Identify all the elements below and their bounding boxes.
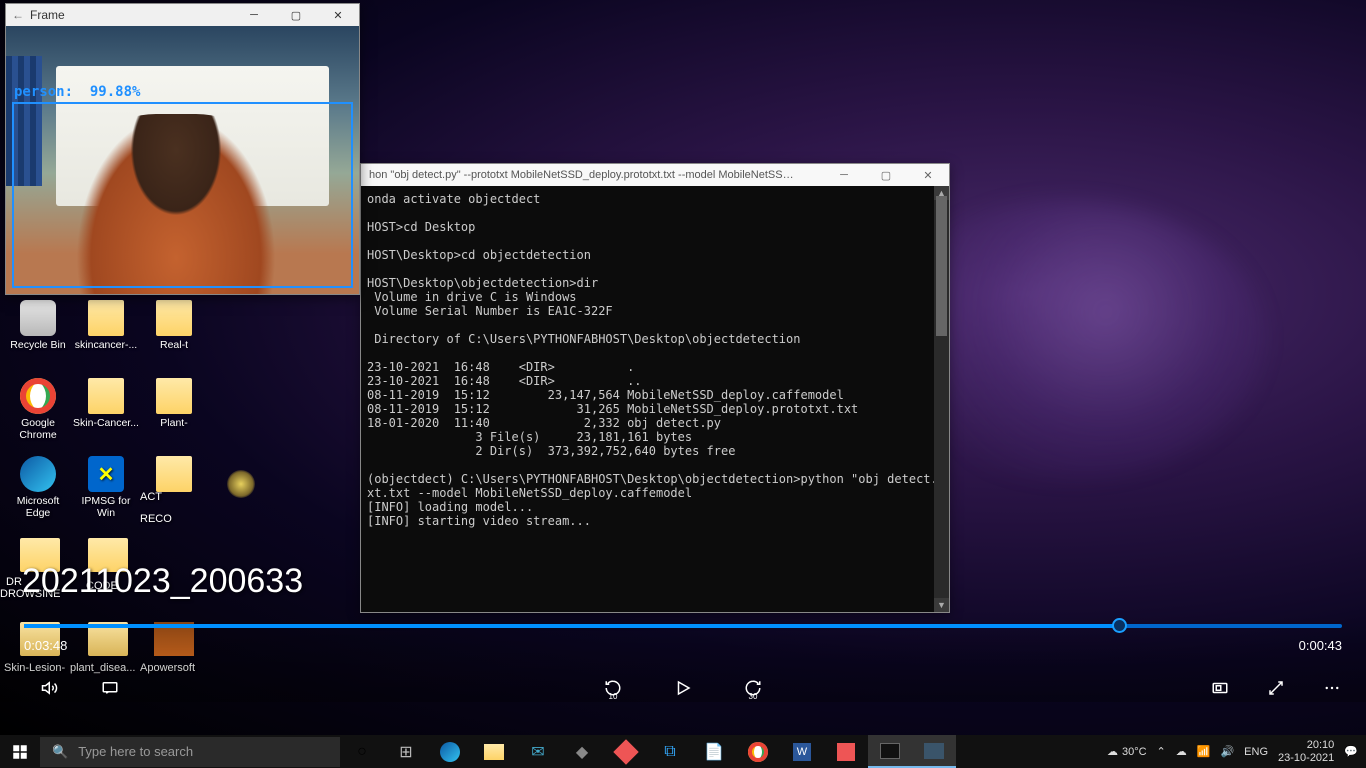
taskbar-clock[interactable]: 20:10 23-10-2021	[1278, 739, 1334, 765]
taskbar-explorer[interactable]	[472, 735, 516, 768]
ipmsg-icon: ✕	[88, 456, 124, 492]
recording-filename-overlay: 20211023_200633	[22, 562, 303, 601]
scrollbar-thumb[interactable]	[936, 196, 947, 336]
miniplayer-icon[interactable]	[1256, 675, 1296, 701]
aspect-icon[interactable]	[1200, 675, 1240, 701]
search-icon: 🔍	[52, 744, 68, 760]
desktop-icon-plant[interactable]: Plant-	[141, 378, 207, 456]
time-remaining: 0:00:43	[1299, 638, 1342, 653]
video-player-controls: 0:03:48 0:00:43 10 30	[0, 614, 1366, 702]
cmd-scrollbar[interactable]: ▲ ▼	[934, 186, 949, 612]
desktop-icon-recycle-bin[interactable]: Recycle Bin	[5, 300, 71, 378]
desktop-background: Recycle Bin skincancer-... Real-t Google…	[0, 0, 1366, 735]
close-button[interactable]: ✕	[317, 4, 359, 26]
search-placeholder: Type here to search	[78, 744, 193, 759]
desktop-icon-edge[interactable]: Microsoft Edge	[5, 456, 71, 534]
folder-icon	[88, 378, 124, 414]
taskbar-cmd[interactable]	[868, 735, 912, 768]
skip-forward-button[interactable]: 30	[733, 675, 773, 701]
folder-icon	[88, 300, 124, 336]
frame-titlebar[interactable]: ← Frame ─ ▢ ✕	[6, 4, 359, 26]
notifications-icon[interactable]: 💬	[1344, 745, 1358, 758]
edge-icon	[20, 456, 56, 492]
back-icon[interactable]: ←	[12, 8, 24, 22]
overlay-truncated-labels: ACT RECO	[140, 486, 172, 530]
desktop-icon-skincancer[interactable]: skincancer-...	[73, 300, 139, 378]
desktop-icon-realt[interactable]: Real-t	[141, 300, 207, 378]
time-elapsed: 0:03:48	[24, 638, 67, 653]
weather-icon: ☁	[1107, 745, 1118, 758]
taskbar-dropbox[interactable]: ◆	[560, 735, 604, 768]
desktop-icon-skin-cancer2[interactable]: Skin-Cancer...	[73, 378, 139, 456]
taskbar[interactable]: 🔍 Type here to search ○ ⊞ ✉ ◆ ⧉ 📄 W ☁30°…	[0, 735, 1366, 768]
taskbar-search[interactable]: 🔍 Type here to search	[40, 737, 340, 767]
detection-bounding-box	[12, 102, 353, 288]
minimize-button[interactable]: ─	[823, 164, 865, 186]
taskbar-edge[interactable]	[428, 735, 472, 768]
minimize-button[interactable]: ─	[233, 4, 275, 26]
seek-handle[interactable]	[1112, 618, 1127, 633]
tray-chevron-icon[interactable]: ⌃	[1157, 745, 1166, 758]
frame-window[interactable]: ← Frame ─ ▢ ✕ person: 99.88%	[5, 3, 360, 295]
wifi-icon[interactable]: 📶	[1197, 745, 1211, 758]
desktop-icon-ipmsg[interactable]: ✕IPMSG for Win	[73, 456, 139, 534]
system-tray[interactable]: ☁30°C ⌃ ☁ 📶 🔊 ENG 20:10 23-10-2021 💬	[1107, 735, 1366, 768]
recycle-bin-icon	[20, 300, 56, 336]
start-button[interactable]	[0, 735, 40, 768]
weather-widget[interactable]: ☁30°C	[1107, 745, 1147, 758]
desktop-icon-chrome[interactable]: Google Chrome	[5, 378, 71, 456]
skip-back-button[interactable]: 10	[593, 675, 633, 701]
taskbar-taskview[interactable]: ⊞	[384, 735, 428, 768]
taskbar-app-red[interactable]	[604, 735, 648, 768]
desktop-icons-grid: Recycle Bin skincancer-... Real-t Google…	[5, 300, 207, 534]
taskbar-notepad[interactable]: 📄	[692, 735, 736, 768]
scroll-down-icon[interactable]: ▼	[934, 598, 949, 612]
subtitle-icon[interactable]	[90, 675, 130, 701]
maximize-button[interactable]: ▢	[275, 4, 317, 26]
close-button[interactable]: ✕	[907, 164, 949, 186]
language-indicator[interactable]: ENG	[1244, 746, 1268, 758]
cloud-icon[interactable]: ☁	[1176, 745, 1187, 758]
chrome-icon	[20, 378, 56, 414]
maximize-button[interactable]: ▢	[865, 164, 907, 186]
cmd-titlebar[interactable]: hon "obj detect.py" --prototxt MobileNet…	[361, 164, 949, 186]
frame-title: Frame	[30, 8, 65, 22]
taskbar-cortana[interactable]: ○	[340, 735, 384, 768]
taskbar-mail[interactable]: ✉	[516, 735, 560, 768]
webcam-feed: person: 99.88%	[6, 26, 359, 294]
cmd-output[interactable]: onda activate objectdect HOST>cd Desktop…	[361, 186, 934, 612]
folder-icon	[156, 378, 192, 414]
seek-progress	[24, 624, 1120, 628]
taskbar-word[interactable]: W	[780, 735, 824, 768]
sound-icon[interactable]: 🔊	[1220, 745, 1234, 758]
cmd-title: hon "obj detect.py" --prototxt MobileNet…	[369, 169, 799, 181]
folder-icon	[156, 300, 192, 336]
cmd-window[interactable]: hon "obj detect.py" --prototxt MobileNet…	[360, 163, 950, 613]
taskbar-chrome[interactable]	[736, 735, 780, 768]
taskbar-vscode[interactable]: ⧉	[648, 735, 692, 768]
more-icon[interactable]	[1312, 675, 1352, 701]
taskbar-video-player[interactable]	[912, 735, 956, 768]
play-button[interactable]	[663, 675, 703, 701]
taskbar-app-orange[interactable]	[824, 735, 868, 768]
volume-icon[interactable]	[30, 675, 70, 701]
taskbar-apps: ○ ⊞ ✉ ◆ ⧉ 📄 W	[340, 735, 956, 768]
seek-bar[interactable]	[24, 624, 1342, 628]
cursor-highlight-icon	[227, 470, 255, 498]
detection-label: person: 99.88%	[14, 84, 140, 100]
